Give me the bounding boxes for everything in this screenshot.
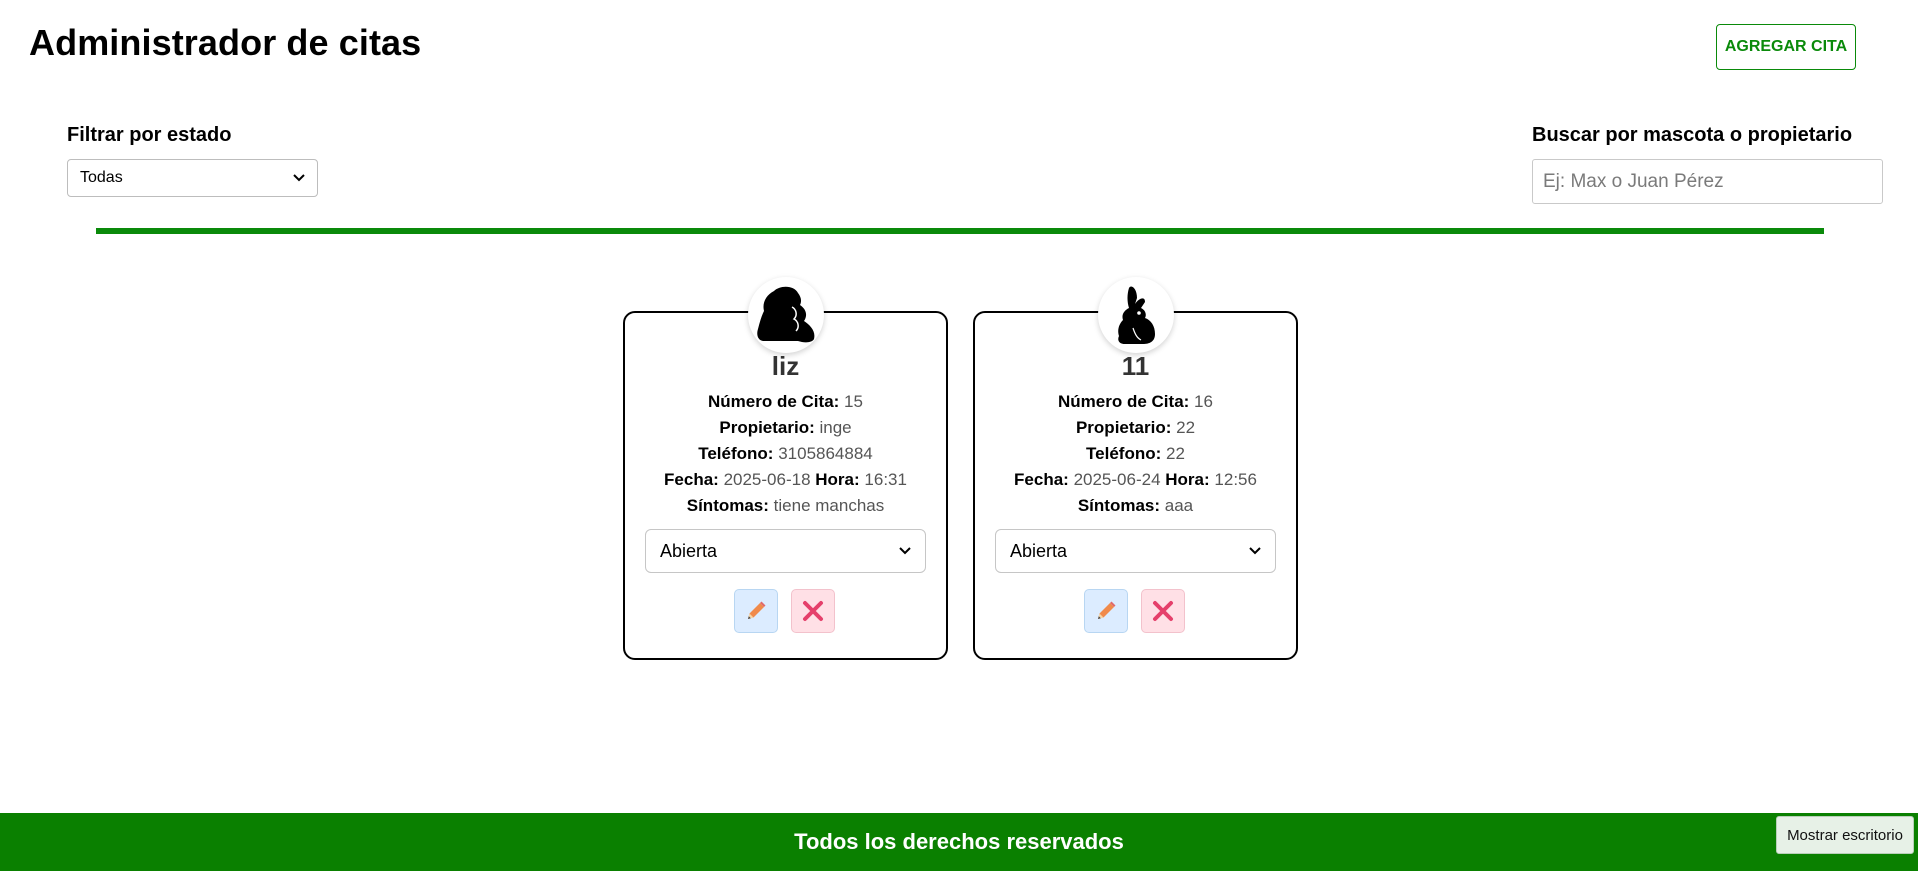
propietario-value: inge <box>819 418 852 437</box>
chevron-down-icon <box>293 174 305 182</box>
chevron-down-icon <box>1249 547 1261 555</box>
propietario-label: Propietario: <box>1075 418 1172 437</box>
chevron-down-icon <box>899 547 911 555</box>
close-icon <box>1153 601 1173 621</box>
fecha-label: Fecha: <box>1014 470 1069 489</box>
delete-button[interactable] <box>1141 589 1185 633</box>
rabbit-icon <box>1117 286 1155 344</box>
propietario-value: 22 <box>1176 418 1196 437</box>
status-filter-select[interactable]: Todas <box>67 159 318 197</box>
pet-name: 11 <box>1121 351 1150 381</box>
delete-button[interactable] <box>791 589 835 633</box>
status-value: Abierta <box>660 540 718 561</box>
numero-value: 15 <box>844 392 863 411</box>
appointment-details: Número de Cita: 15 Propietario: inge Tel… <box>625 389 946 519</box>
edit-button[interactable] <box>1084 589 1128 633</box>
propietario-label: Propietario: <box>719 418 815 437</box>
pencil-icon <box>748 601 766 619</box>
telefono-value: 3105864884 <box>778 444 873 463</box>
status-value: Abierta <box>1010 540 1068 561</box>
telefono-label: Teléfono: <box>1086 444 1162 463</box>
hora-value: 16:31 <box>864 470 907 489</box>
sintomas-label: Síntomas: <box>1077 496 1161 515</box>
add-appointment-button[interactable]: AGREGAR CITA <box>1716 24 1856 70</box>
footer: Todos los derechos reservados <box>0 813 1918 871</box>
status-select[interactable]: Abierta <box>995 529 1276 573</box>
appointment-card: liz Número de Cita: 15 Propietario: inge… <box>623 277 948 660</box>
fecha-value: 2025-06-24 <box>1073 470 1161 489</box>
filter-label: Filtrar por estado <box>67 124 232 146</box>
hora-label: Hora: <box>815 470 860 489</box>
numero-label: Número de Cita: <box>708 392 840 411</box>
numero-label: Número de Cita: <box>1058 392 1190 411</box>
fecha-value: 2025-06-18 <box>723 470 811 489</box>
sintomas-value: tiene manchas <box>773 496 885 515</box>
footer-text: Todos los derechos reservados <box>794 829 1124 854</box>
pencil-icon <box>1098 601 1116 619</box>
pet-name: liz <box>771 351 800 381</box>
pet-avatar <box>747 277 824 353</box>
bear-icon <box>756 286 814 343</box>
close-icon <box>803 601 823 621</box>
telefono-label: Teléfono: <box>698 444 774 463</box>
page-title: Administrador de citas <box>29 22 422 63</box>
search-input[interactable] <box>1532 159 1883 204</box>
show-desktop-button[interactable]: Mostrar escritorio <box>1776 816 1914 854</box>
status-select[interactable]: Abierta <box>645 529 926 573</box>
search-label: Buscar por mascota o propietario <box>1532 124 1853 146</box>
sintomas-value: aaa <box>1164 496 1194 515</box>
fecha-label: Fecha: <box>664 470 719 489</box>
sintomas-label: Síntomas: <box>686 496 769 515</box>
telefono-value: 22 <box>1166 444 1185 463</box>
pet-avatar <box>1097 277 1174 353</box>
appointment-card: 11 Número de Cita: 16 Propietario: 22 Te… <box>973 277 1298 660</box>
section-divider <box>96 228 1824 234</box>
hora-label: Hora: <box>1165 470 1210 489</box>
status-filter-value: Todas <box>80 169 123 186</box>
appointment-details: Número de Cita: 16 Propietario: 22 Teléf… <box>975 389 1296 519</box>
hora-value: 12:56 <box>1214 470 1257 489</box>
edit-button[interactable] <box>734 589 778 633</box>
numero-value: 16 <box>1194 392 1213 411</box>
